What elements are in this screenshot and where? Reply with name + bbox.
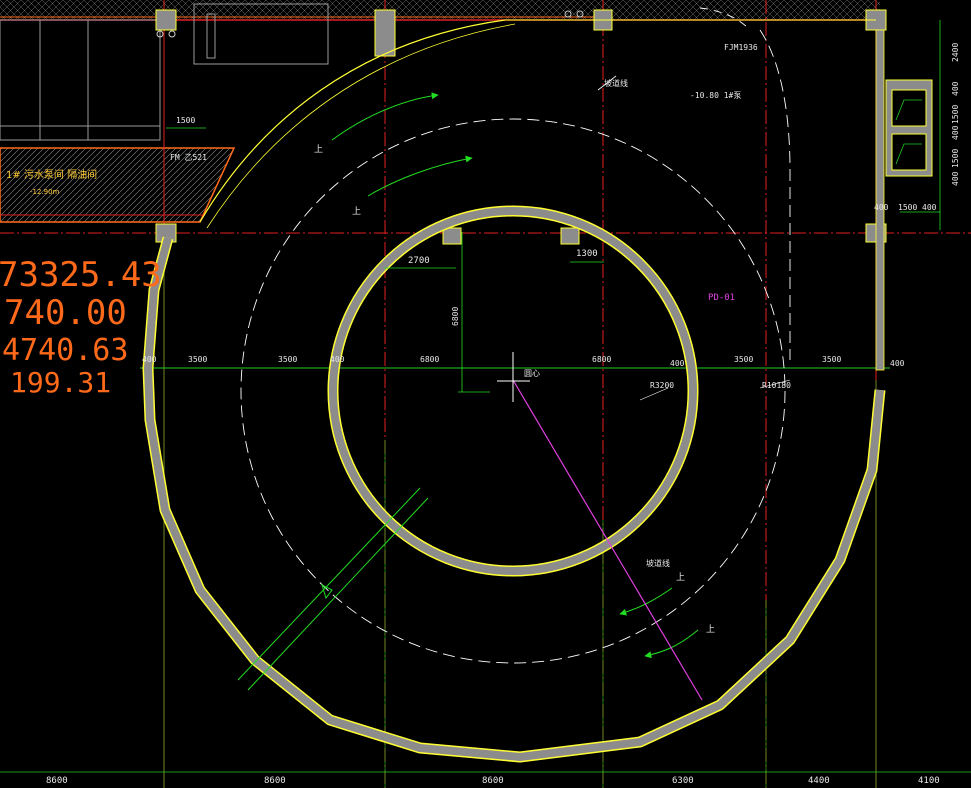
right-dim-h3: 400 [922, 203, 937, 212]
fjm-door-label: FJM1936 [724, 43, 758, 52]
up-label-1: 上 [314, 144, 323, 155]
mid-dim-7: 3500 [734, 355, 753, 364]
bottom-dim-3: 8600 [482, 776, 504, 786]
mid-dim-8: 3500 [822, 355, 841, 364]
right-shaft [875, 29, 933, 371]
pump-note-label: -10.80 1#泵 [690, 91, 741, 100]
bottom-dim-1: 8600 [46, 776, 68, 786]
mid-dim-right-wall: 400 [890, 359, 905, 368]
coord-line-4: 199.31 [10, 366, 111, 399]
ramp-line-label-bottom: 坡道线 [646, 558, 670, 568]
mid-dim-left-wall: 400 [142, 355, 157, 364]
bottom-dim-2: 8600 [264, 776, 286, 786]
cad-drawing: 1# 污水泵间 隔油间 -12.90m FM 乙521 上 上 上 上 圆心 7… [0, 0, 971, 788]
mid-dim-4: 6800 [420, 355, 439, 364]
up-label-4: 上 [706, 624, 715, 635]
mid-dim-2: 3500 [278, 355, 297, 364]
pd-tag-label: PD-01 [708, 293, 735, 303]
right-dim-h1: 400 [874, 203, 889, 212]
right-dim-v1: 2400 [951, 43, 960, 62]
top-building-strip [0, 0, 880, 141]
radius-line: 圆心 [497, 352, 703, 701]
ramp-line-label-top: 坡道线 [604, 78, 628, 88]
lane-centerlines [240, 7, 791, 664]
right-dim-v5: 1500 [951, 149, 960, 168]
coord-line-2: 740.00 [4, 293, 127, 333]
right-dim-h2: 1500 [898, 203, 917, 212]
up-label-3: 上 [676, 572, 685, 583]
coord-line-3: 4740.63 [2, 333, 128, 368]
dim-1500-top: 1500 [176, 116, 195, 125]
up-label-2: 上 [352, 206, 361, 217]
section-cut [237, 487, 429, 691]
dim-6800-vertical: 6800 [451, 307, 460, 326]
center-label: 圆心 [524, 369, 540, 378]
coordinate-readout: 73325.43 740.00 4740.63 199.31 [0, 255, 162, 399]
bottom-dim-6: 4100 [918, 776, 940, 786]
pump-room: 1# 污水泵间 隔油间 -12.90m FM 乙521 [0, 147, 236, 223]
right-dim-v3: 1500 [951, 105, 960, 124]
dim-2700-label: 2700 [408, 256, 430, 266]
mid-dim-3: 400 [330, 355, 345, 364]
coord-line-1: 73325.43 [0, 255, 162, 295]
fm-door-label: FM 乙521 [170, 153, 207, 162]
radius-inner-label: R3200 [650, 381, 674, 390]
annotation-labels: 2700 1300 6800 1500 R3200 R10180 FJM1936… [176, 43, 791, 568]
bottom-dimension-row: 8600 8600 8600 6300 4400 4100 [46, 776, 940, 786]
bottom-dim-5: 4400 [808, 776, 830, 786]
mid-dim-6: 400 [670, 359, 685, 368]
mid-dim-1: 3500 [188, 355, 207, 364]
bottom-dim-4: 6300 [672, 776, 694, 786]
mid-dim-5: 6800 [592, 355, 611, 364]
right-dim-v2: 400 [951, 81, 960, 96]
room-sub-label: -12.90m [30, 188, 60, 196]
right-dim-v6: 400 [951, 171, 960, 186]
dim-1300-label: 1300 [576, 249, 598, 259]
radius-outer-label: R10180 [762, 381, 791, 390]
room-label: 1# 污水泵间 隔油间 [6, 168, 97, 181]
right-dim-v4: 400 [951, 125, 960, 140]
